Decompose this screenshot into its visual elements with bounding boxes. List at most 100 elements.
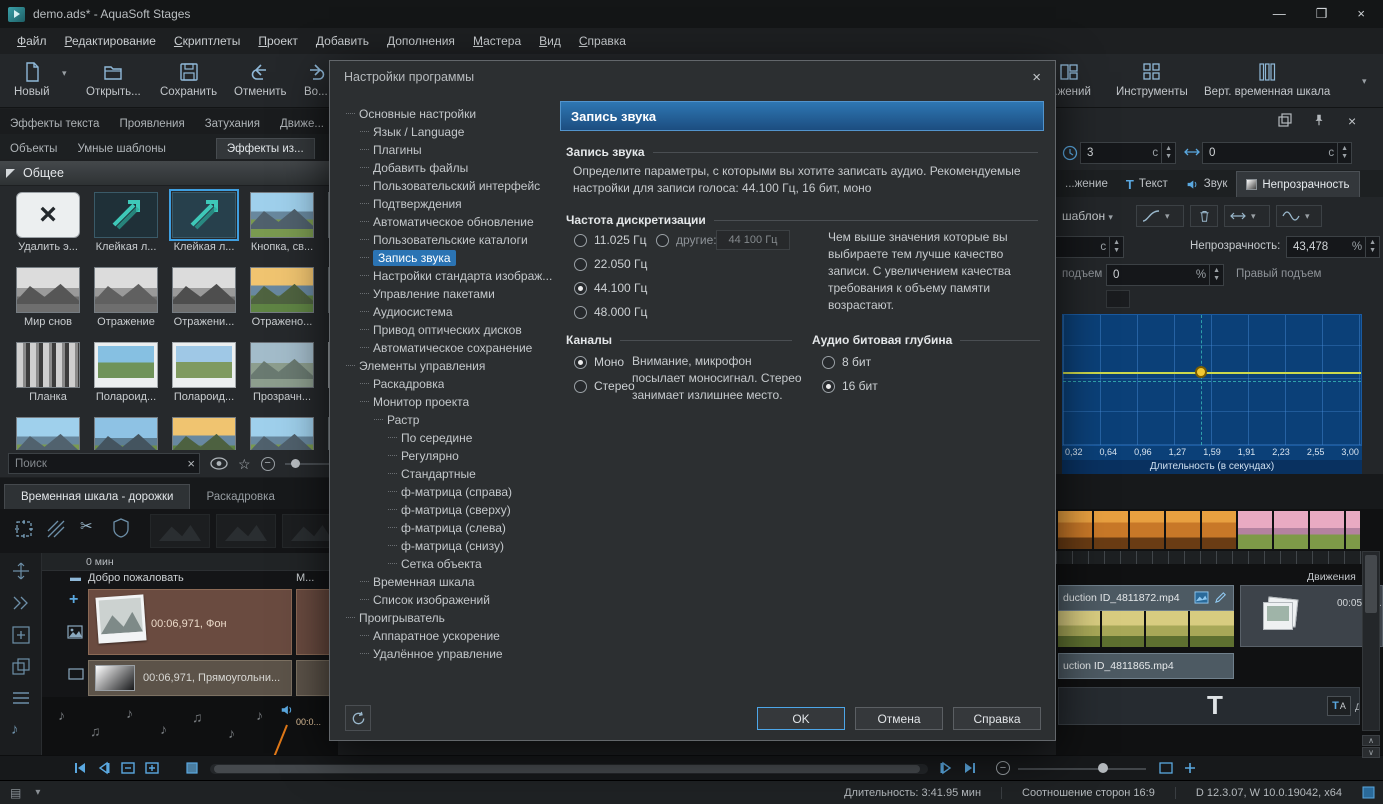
effect-item[interactable]: [165, 417, 243, 450]
tree-item[interactable]: Удалённое управление: [338, 645, 554, 663]
tree-item[interactable]: По середине: [338, 429, 554, 447]
rise-spinner-small[interactable]: [1106, 290, 1130, 308]
zoom-in-timeline-icon[interactable]: [1182, 760, 1198, 776]
effect-item-selected[interactable]: Клейкая л...: [165, 192, 243, 267]
tree-item[interactable]: Пользовательские каталоги: [338, 231, 554, 249]
collapse-track-icon[interactable]: ▬: [70, 572, 81, 584]
tree-item[interactable]: Язык / Language: [338, 123, 554, 141]
preview-eye-icon[interactable]: [210, 457, 228, 470]
cancel-button[interactable]: Отмена: [855, 707, 943, 730]
fit-view-icon[interactable]: [1158, 760, 1174, 776]
clip-rectangle[interactable]: 00:06,971, Прямоугольни...: [88, 660, 292, 696]
scroll-up-icon[interactable]: ∧: [1362, 735, 1380, 746]
video-clip-1[interactable]: duction ID_4811872.mp4: [1058, 585, 1234, 611]
delete-keyframe-button[interactable]: [1190, 205, 1218, 227]
vscroll-thumb[interactable]: [1365, 555, 1377, 613]
clear-search-icon[interactable]: ×: [187, 456, 195, 471]
new-dropdown-icon[interactable]: ▾: [62, 68, 67, 79]
slide-thumb[interactable]: [1238, 511, 1272, 549]
slide-thumb[interactable]: [1274, 511, 1308, 549]
ok-button[interactable]: OK: [757, 707, 845, 730]
film-frame[interactable]: [1146, 611, 1188, 647]
effect-item[interactable]: [87, 417, 165, 450]
spinner-arrows-icon[interactable]: ▲▼: [1337, 143, 1351, 163]
text-clip[interactable]: T TA Дви...: [1058, 687, 1360, 725]
snap-tool-icon[interactable]: [11, 593, 31, 613]
effect-item[interactable]: Отражени...: [165, 267, 243, 342]
clip-photo-icon[interactable]: [1194, 591, 1209, 604]
effect-item[interactable]: Планка: [9, 342, 87, 417]
clip-edit-icon[interactable]: [1214, 591, 1229, 604]
effect-item[interactable]: [9, 417, 87, 450]
samplerate-option-selected[interactable]: 44.100 Гц: [574, 281, 647, 295]
slide-thumb[interactable]: [1130, 511, 1164, 549]
samplerate-option[interactable]: 22.050 Гц: [574, 257, 647, 271]
duplicate-icon[interactable]: [11, 657, 31, 677]
tab-objects[interactable]: Объекты: [0, 139, 67, 159]
help-button[interactable]: Справка: [953, 707, 1041, 730]
effect-item[interactable]: Клейкая л...: [87, 192, 165, 267]
tree-item[interactable]: Растр: [338, 411, 554, 429]
timeline-zoom-slider[interactable]: [1018, 768, 1146, 770]
bitdepth-option[interactable]: 8 бит: [822, 355, 871, 369]
tree-item[interactable]: ф-матрица (сверху): [338, 501, 554, 519]
tree-item[interactable]: Монитор проекта: [338, 393, 554, 411]
tab-appearances[interactable]: Проявления: [109, 114, 194, 134]
tree-item[interactable]: ф-матрица (снизу): [338, 537, 554, 555]
film-frame[interactable]: [1190, 611, 1234, 647]
tab-storyboard[interactable]: Раскадровка: [190, 485, 290, 509]
vertical-timeline-button[interactable]: Верт. временная шкала: [1196, 58, 1338, 101]
menu-project[interactable]: Проект: [249, 30, 307, 52]
tree-item[interactable]: Основные настройки: [338, 105, 554, 123]
pin-panel-icon[interactable]: [1312, 113, 1326, 127]
tree-item[interactable]: Пользовательский интерфейс: [338, 177, 554, 195]
tab-motion[interactable]: ...жение: [1056, 171, 1117, 197]
marker-icon[interactable]: [184, 760, 200, 776]
tree-item[interactable]: Привод оптических дисков: [338, 321, 554, 339]
tree-item[interactable]: Сетка объекта: [338, 555, 554, 573]
hatch-tool-icon[interactable]: [46, 519, 66, 539]
menu-help[interactable]: Справка: [570, 30, 635, 52]
maximize-button[interactable]: ❒: [1316, 6, 1328, 22]
effect-item[interactable]: Отражено...: [243, 267, 321, 342]
notes-track-icon[interactable]: ♪: [11, 721, 19, 738]
tree-item-selected[interactable]: Запись звука: [338, 249, 554, 267]
tab-opacity[interactable]: Непрозрачность: [1236, 171, 1359, 197]
save-button[interactable]: Сохранить: [152, 58, 225, 101]
menu-edit[interactable]: Редактирование: [56, 30, 165, 52]
tree-item[interactable]: Подтверждения: [338, 195, 554, 213]
pan-tool-icon[interactable]: [11, 561, 31, 581]
effect-item[interactable]: Отражение: [87, 267, 165, 342]
thumbnail-size-slider[interactable]: [285, 463, 329, 465]
range-out-icon[interactable]: [144, 760, 160, 776]
opacity-curve-plot[interactable]: [1062, 314, 1362, 446]
opacity-spinner[interactable]: 43,478 % ▲▼: [1286, 236, 1380, 258]
clip-background[interactable]: 00:06,971, Фон: [88, 589, 292, 655]
search-input[interactable]: [9, 454, 199, 473]
skip-start-icon[interactable]: [72, 760, 88, 776]
opacity-curve-line[interactable]: [1063, 372, 1361, 374]
dialog-close-icon[interactable]: ×: [1032, 69, 1041, 86]
tree-item[interactable]: Автоматическое сохранение: [338, 339, 554, 357]
music-track[interactable]: ♪ ♫ ♪ ♪ ♫ ♪ ♪ 00:0...: [42, 697, 338, 755]
tree-item[interactable]: Регулярно: [338, 447, 554, 465]
slide-thumb[interactable]: [1310, 511, 1344, 549]
tree-item[interactable]: ф-матрица (слева): [338, 519, 554, 537]
tree-item[interactable]: Настройки стандарта изображ...: [338, 267, 554, 285]
tab-sound[interactable]: Звук: [1177, 171, 1237, 197]
text-style-icon[interactable]: TA: [1327, 696, 1351, 716]
spinner-arrows-icon[interactable]: ▲▼: [1209, 265, 1223, 285]
range-in-icon[interactable]: [120, 760, 136, 776]
slide-thumb[interactable]: [1058, 511, 1092, 549]
right-timeline-ruler[interactable]: [1056, 551, 1362, 564]
menu-addons[interactable]: Дополнения: [378, 30, 464, 52]
status-menu-icon[interactable]: ▤: [0, 786, 21, 800]
menu-file[interactable]: Файл: [8, 30, 56, 52]
rise-spinner[interactable]: 0 % ▲▼: [1106, 264, 1224, 286]
slide-thumb[interactable]: [1202, 511, 1236, 549]
new-button[interactable]: Новый: [6, 58, 58, 101]
template-combo[interactable]: шаблон ▾: [1062, 209, 1113, 223]
scroll-down-icon[interactable]: ∨: [1362, 747, 1380, 758]
tree-item[interactable]: Раскадровка: [338, 375, 554, 393]
tree-item[interactable]: Стандартные: [338, 465, 554, 483]
